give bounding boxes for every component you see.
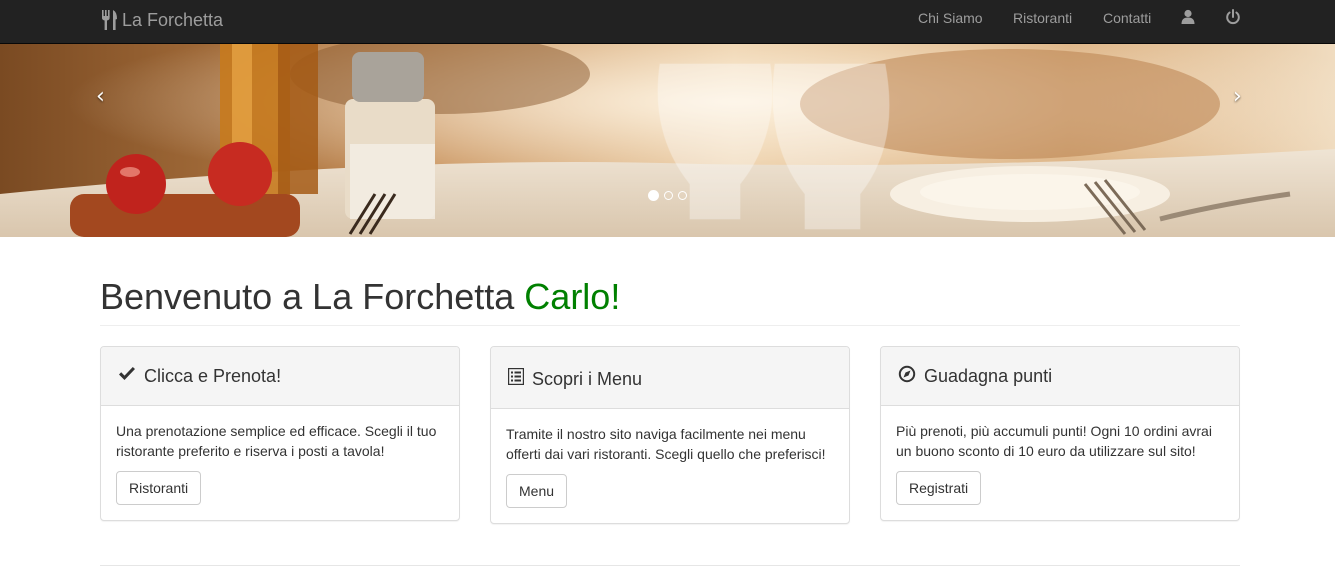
cutlery-icon: [100, 10, 118, 30]
carousel-indicators: [648, 190, 687, 201]
list-icon: [507, 367, 525, 390]
nav-ristoranti[interactable]: Ristoranti: [1013, 10, 1072, 26]
divider: [100, 325, 1240, 326]
panel-menu: Scopri i Menu Tramite il nostro sito nav…: [490, 346, 850, 524]
panel-title: Clicca e Prenota!: [144, 365, 282, 386]
carousel-indicator-1[interactable]: [648, 190, 659, 201]
ristoranti-button[interactable]: Ristoranti: [116, 471, 202, 505]
carousel-prev[interactable]: ‹: [96, 86, 105, 108]
power-icon[interactable]: [1225, 9, 1241, 30]
panel-body: Più prenoti, più accumuli punti! Ogni 10…: [881, 406, 1239, 520]
carousel-indicator-2[interactable]: [664, 191, 673, 200]
hero-carousel: ‹ ›: [0, 44, 1335, 237]
check-icon: [118, 366, 136, 387]
registrati-button[interactable]: Registrati: [896, 471, 982, 505]
panel-body: Una prenotazione semplice ed efficace. S…: [101, 406, 459, 520]
carousel-indicator-3[interactable]: [678, 191, 687, 200]
carousel-slide-image: [0, 44, 1335, 237]
panel-text: Più prenoti, più accumuli punti! Ogni 10…: [896, 423, 1212, 459]
compass-icon: [898, 365, 916, 388]
menu-button[interactable]: Menu: [506, 474, 568, 508]
panel-text: Tramite il nostro sito naviga facilmente…: [506, 426, 826, 462]
panel-punti: Guadagna punti Più prenoti, più accumuli…: [880, 346, 1240, 521]
nav-contatti[interactable]: Contatti: [1103, 10, 1151, 26]
welcome-text: Benvenuto a La Forchetta: [100, 276, 525, 317]
nav-chi-siamo[interactable]: Chi Siamo: [918, 10, 983, 26]
panel-heading: Scopri i Menu: [491, 347, 849, 409]
panel-heading: Guadagna punti: [881, 347, 1239, 406]
page-title: Benvenuto a La Forchetta Carlo!: [100, 276, 620, 318]
panel-title: Scopri i Menu: [532, 368, 643, 389]
footer-divider: [100, 565, 1240, 566]
user-name: Carlo!: [524, 276, 621, 317]
carousel-next[interactable]: ›: [1233, 86, 1242, 108]
user-icon[interactable]: [1181, 9, 1195, 30]
panel-text: Una prenotazione semplice ed efficace. S…: [116, 423, 437, 459]
panel-title: Guadagna punti: [924, 365, 1053, 386]
panel-prenota: Clicca e Prenota! Una prenotazione sempl…: [100, 346, 460, 521]
brand-link[interactable]: La Forchetta: [100, 8, 223, 32]
navbar: La Forchetta Chi Siamo Ristoranti Contat…: [0, 0, 1335, 44]
panel-body: Tramite il nostro sito naviga facilmente…: [491, 409, 849, 523]
brand-text: La Forchetta: [122, 9, 224, 30]
panel-heading: Clicca e Prenota!: [101, 347, 459, 406]
